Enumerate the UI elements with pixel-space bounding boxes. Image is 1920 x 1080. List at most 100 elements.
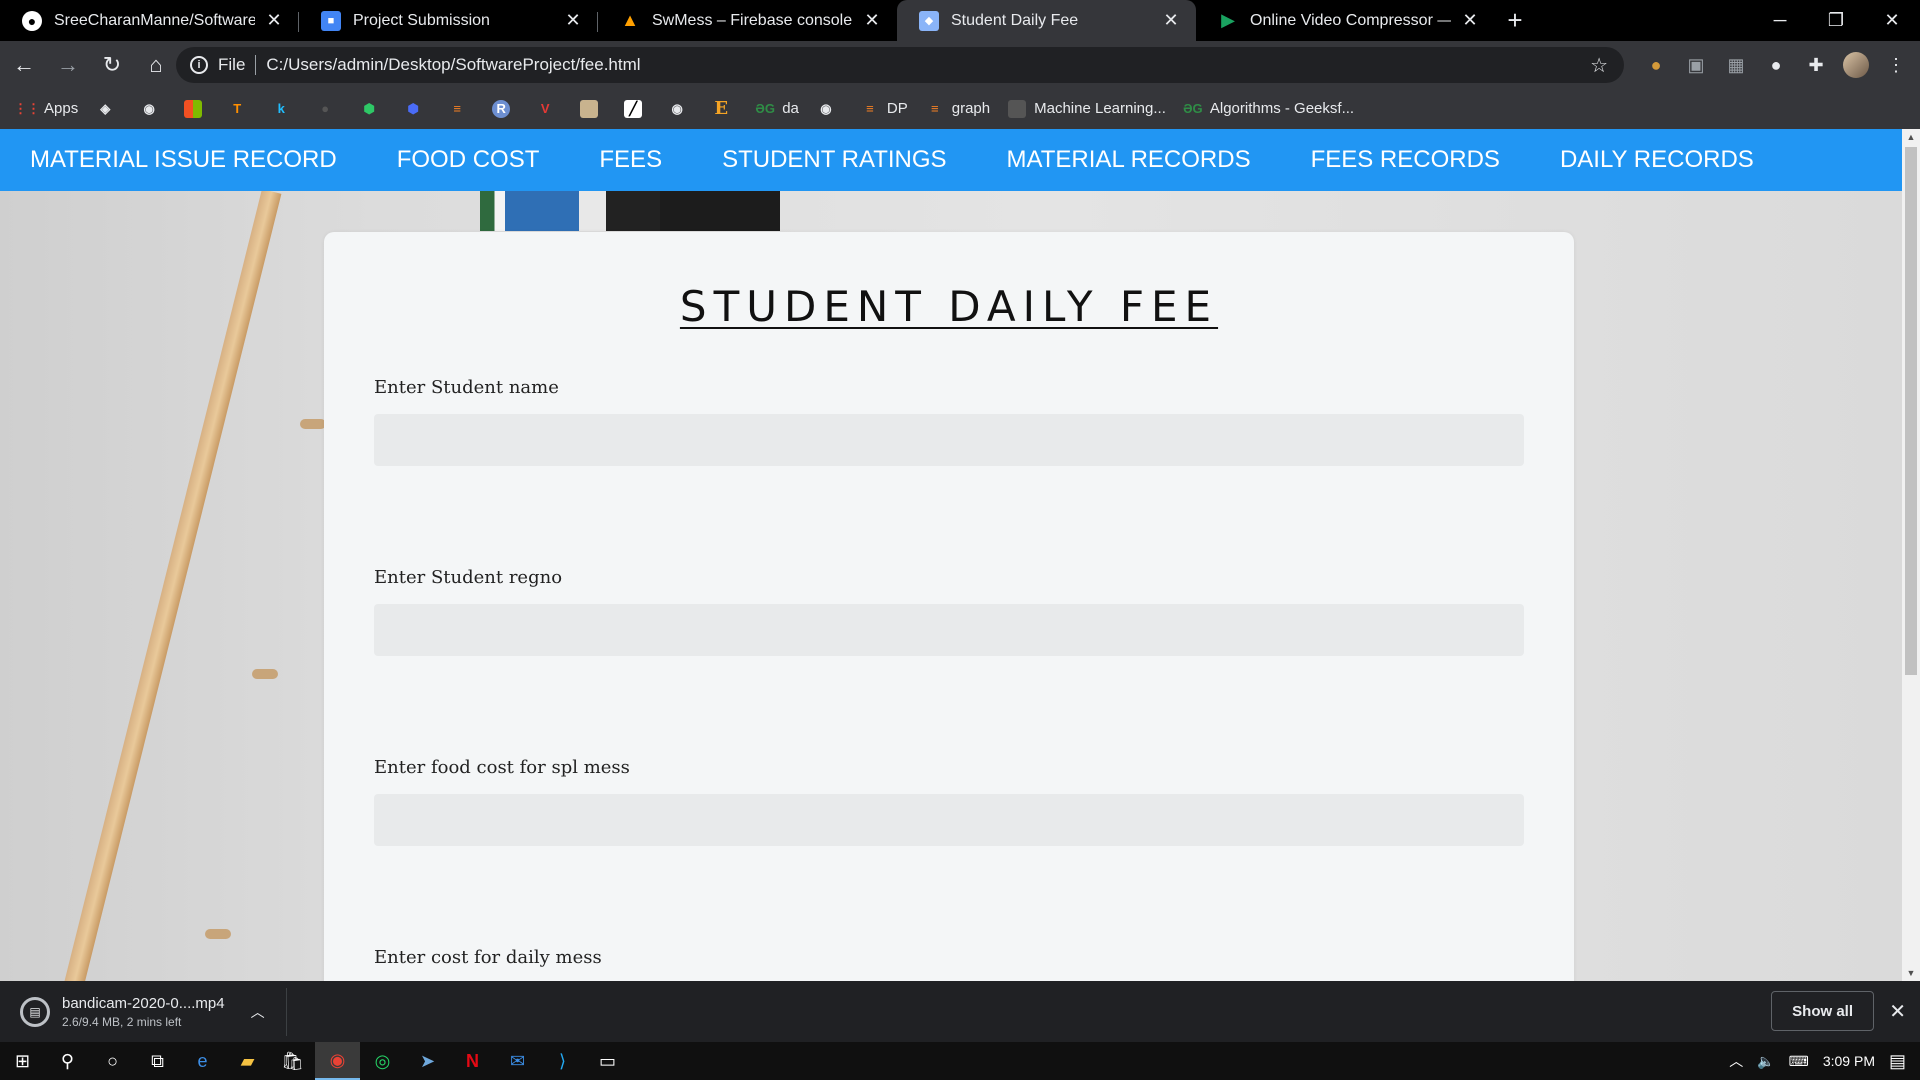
tab-video-compressor[interactable]: ▶ Online Video Compressor — Red ✕ [1196,0,1495,41]
minimize-icon[interactable]: ─ [1752,0,1808,41]
bookmark-algorithms[interactable]: ƏG Algorithms - Geeksf... [1183,100,1354,118]
windows-start-icon[interactable]: ⊞ [0,1042,45,1080]
bookmark[interactable]: ◉ [817,100,843,118]
close-icon[interactable]: ✕ [861,10,883,32]
grid-extension-icon[interactable]: ▦ [1716,47,1756,83]
bookmark-machine-learning[interactable]: Machine Learning... [1008,99,1166,118]
close-icon[interactable]: ✕ [1889,999,1906,1024]
cortana-icon[interactable]: ○ [90,1042,135,1080]
bookmark[interactable]: ≡ [448,100,474,118]
whatsapp-icon[interactable]: ◎ [360,1042,405,1080]
bookmark[interactable]: ◉ [140,100,166,118]
chevron-up-icon[interactable]: ︿ [1729,1051,1743,1071]
bookmark[interactable]: V [536,100,562,118]
restore-icon[interactable]: ❐ [1808,0,1864,41]
bookmark[interactable]: ◈ [96,100,122,118]
forward-icon[interactable]: → [48,45,88,85]
nav-material-records[interactable]: MATERIAL RECORDS [1007,146,1251,174]
page-scrollbar[interactable]: ▲ ▼ [1902,129,1920,981]
tab-project-submission[interactable]: ■ Project Submission ✕ [299,0,598,41]
mail-icon[interactable]: ✉ [495,1042,540,1080]
bookmark[interactable]: R [492,99,518,118]
scroll-down-icon[interactable]: ▼ [1902,965,1920,981]
close-icon[interactable]: ✕ [1459,10,1481,32]
clock-time[interactable]: 3:09 PM [1823,1053,1875,1069]
terminal-icon[interactable]: ▭ [585,1042,630,1080]
new-tab-button[interactable]: + [1495,0,1535,41]
pdf-icon[interactable]: ▣ [1676,47,1716,83]
bookmark-dp[interactable]: ≡ DP [861,100,908,118]
profile-avatar[interactable] [1836,47,1876,83]
nav-fees[interactable]: FEES [599,146,662,174]
tab-github[interactable]: ● SreeCharanManne/SoftwareProje ✕ [0,0,299,41]
cookie-icon[interactable]: ● [1636,47,1676,83]
github-icon: ● [22,10,42,31]
tab-firebase[interactable]: ▲ SwMess – Firebase console ✕ [598,0,897,41]
netflix-icon[interactable]: N [450,1042,495,1080]
daily-mess-cost-label: Enter cost for daily mess [374,947,602,968]
background-ladder [44,189,282,981]
nav-material-issue-record[interactable]: MATERIAL ISSUE RECORD [30,146,337,174]
chrome-icon[interactable]: ◉ [315,1042,360,1080]
notification-icon[interactable]: ▤ [1889,1051,1906,1072]
close-icon[interactable]: ✕ [1160,10,1182,32]
close-icon[interactable]: ✕ [263,10,285,32]
bookmark[interactable]: ● [316,100,342,118]
close-window-icon[interactable]: ✕ [1864,0,1920,41]
globe-icon: ◉ [671,100,683,116]
home-icon[interactable]: ⌂ [136,45,176,85]
tab-title: Online Video Compressor — Red [1250,11,1451,29]
student-regno-input[interactable] [374,604,1524,656]
info-icon[interactable]: i [190,56,208,74]
student-regno-field: Enter Student regno [374,567,1524,656]
nav-daily-records[interactable]: DAILY RECORDS [1560,146,1754,174]
background-peg [252,669,278,679]
chevron-up-icon[interactable]: ︿ [251,1002,265,1022]
menu-icon[interactable]: ⋮ [1876,47,1916,83]
bookmark[interactable]: ⬢ [404,100,430,118]
bookmark-da[interactable]: ƏG da [755,100,798,118]
bookmark[interactable] [184,99,210,118]
task-view-icon[interactable]: ⧉ [135,1042,180,1080]
bookmark[interactable]: ╱ [624,99,650,118]
close-icon[interactable]: ✕ [562,10,584,32]
bookmark[interactable] [580,99,606,118]
circle-extension-icon[interactable]: ● [1756,47,1796,83]
student-name-input[interactable] [374,414,1524,466]
store-icon[interactable]: 🛍 [270,1042,315,1080]
puzzle-icon[interactable]: ✚ [1796,47,1836,83]
download-shelf: ▤ bandicam-2020-0....mp4 2.6/9.4 MB, 2 m… [0,981,1920,1042]
background-peg [300,419,326,429]
bookmark[interactable]: ◉ [668,100,694,118]
bookmark[interactable]: ⬢ [360,100,386,118]
avatar [1843,52,1869,78]
bookmark[interactable]: T [228,100,254,118]
geeksforgeeks-icon: ƏG [755,101,775,116]
bookmark[interactable]: E [712,98,738,119]
nav-student-ratings[interactable]: STUDENT RATINGS [722,146,946,174]
back-icon[interactable]: ← [4,45,44,85]
vscode-icon[interactable]: ⟩ [540,1042,585,1080]
bookmark-graph[interactable]: ≡ graph [926,100,990,118]
keyboard-icon[interactable]: ⌨ [1789,1053,1809,1070]
bookmark[interactable]: k [272,100,298,118]
spl-mess-cost-input[interactable] [374,794,1524,846]
tab-student-daily-fee[interactable]: ◆ Student Daily Fee ✕ [897,0,1196,41]
search-icon[interactable]: ⚲ [45,1042,90,1080]
scroll-up-icon[interactable]: ▲ [1902,129,1920,145]
file-explorer-icon[interactable]: ▰ [225,1042,270,1080]
tab-title: Student Daily Fee [951,11,1079,29]
volume-icon[interactable]: 🔈 [1757,1053,1774,1070]
show-all-button[interactable]: Show all [1771,991,1874,1031]
student-regno-label: Enter Student regno [374,567,563,588]
download-item[interactable]: ▤ bandicam-2020-0....mp4 2.6/9.4 MB, 2 m… [0,987,287,1036]
app-icon[interactable]: ➤ [405,1042,450,1080]
address-bar[interactable]: i File C:/Users/admin/Desktop/SoftwarePr… [176,47,1624,83]
scrollbar-thumb[interactable] [1905,147,1917,675]
star-icon[interactable]: ☆ [1590,53,1608,78]
nav-food-cost[interactable]: FOOD COST [397,146,540,174]
reload-icon[interactable]: ↻ [92,45,132,85]
edge-icon[interactable]: e [180,1042,225,1080]
bookmark-apps[interactable]: ⋮⋮ Apps [14,100,78,118]
nav-fees-records[interactable]: FEES RECORDS [1311,146,1500,174]
